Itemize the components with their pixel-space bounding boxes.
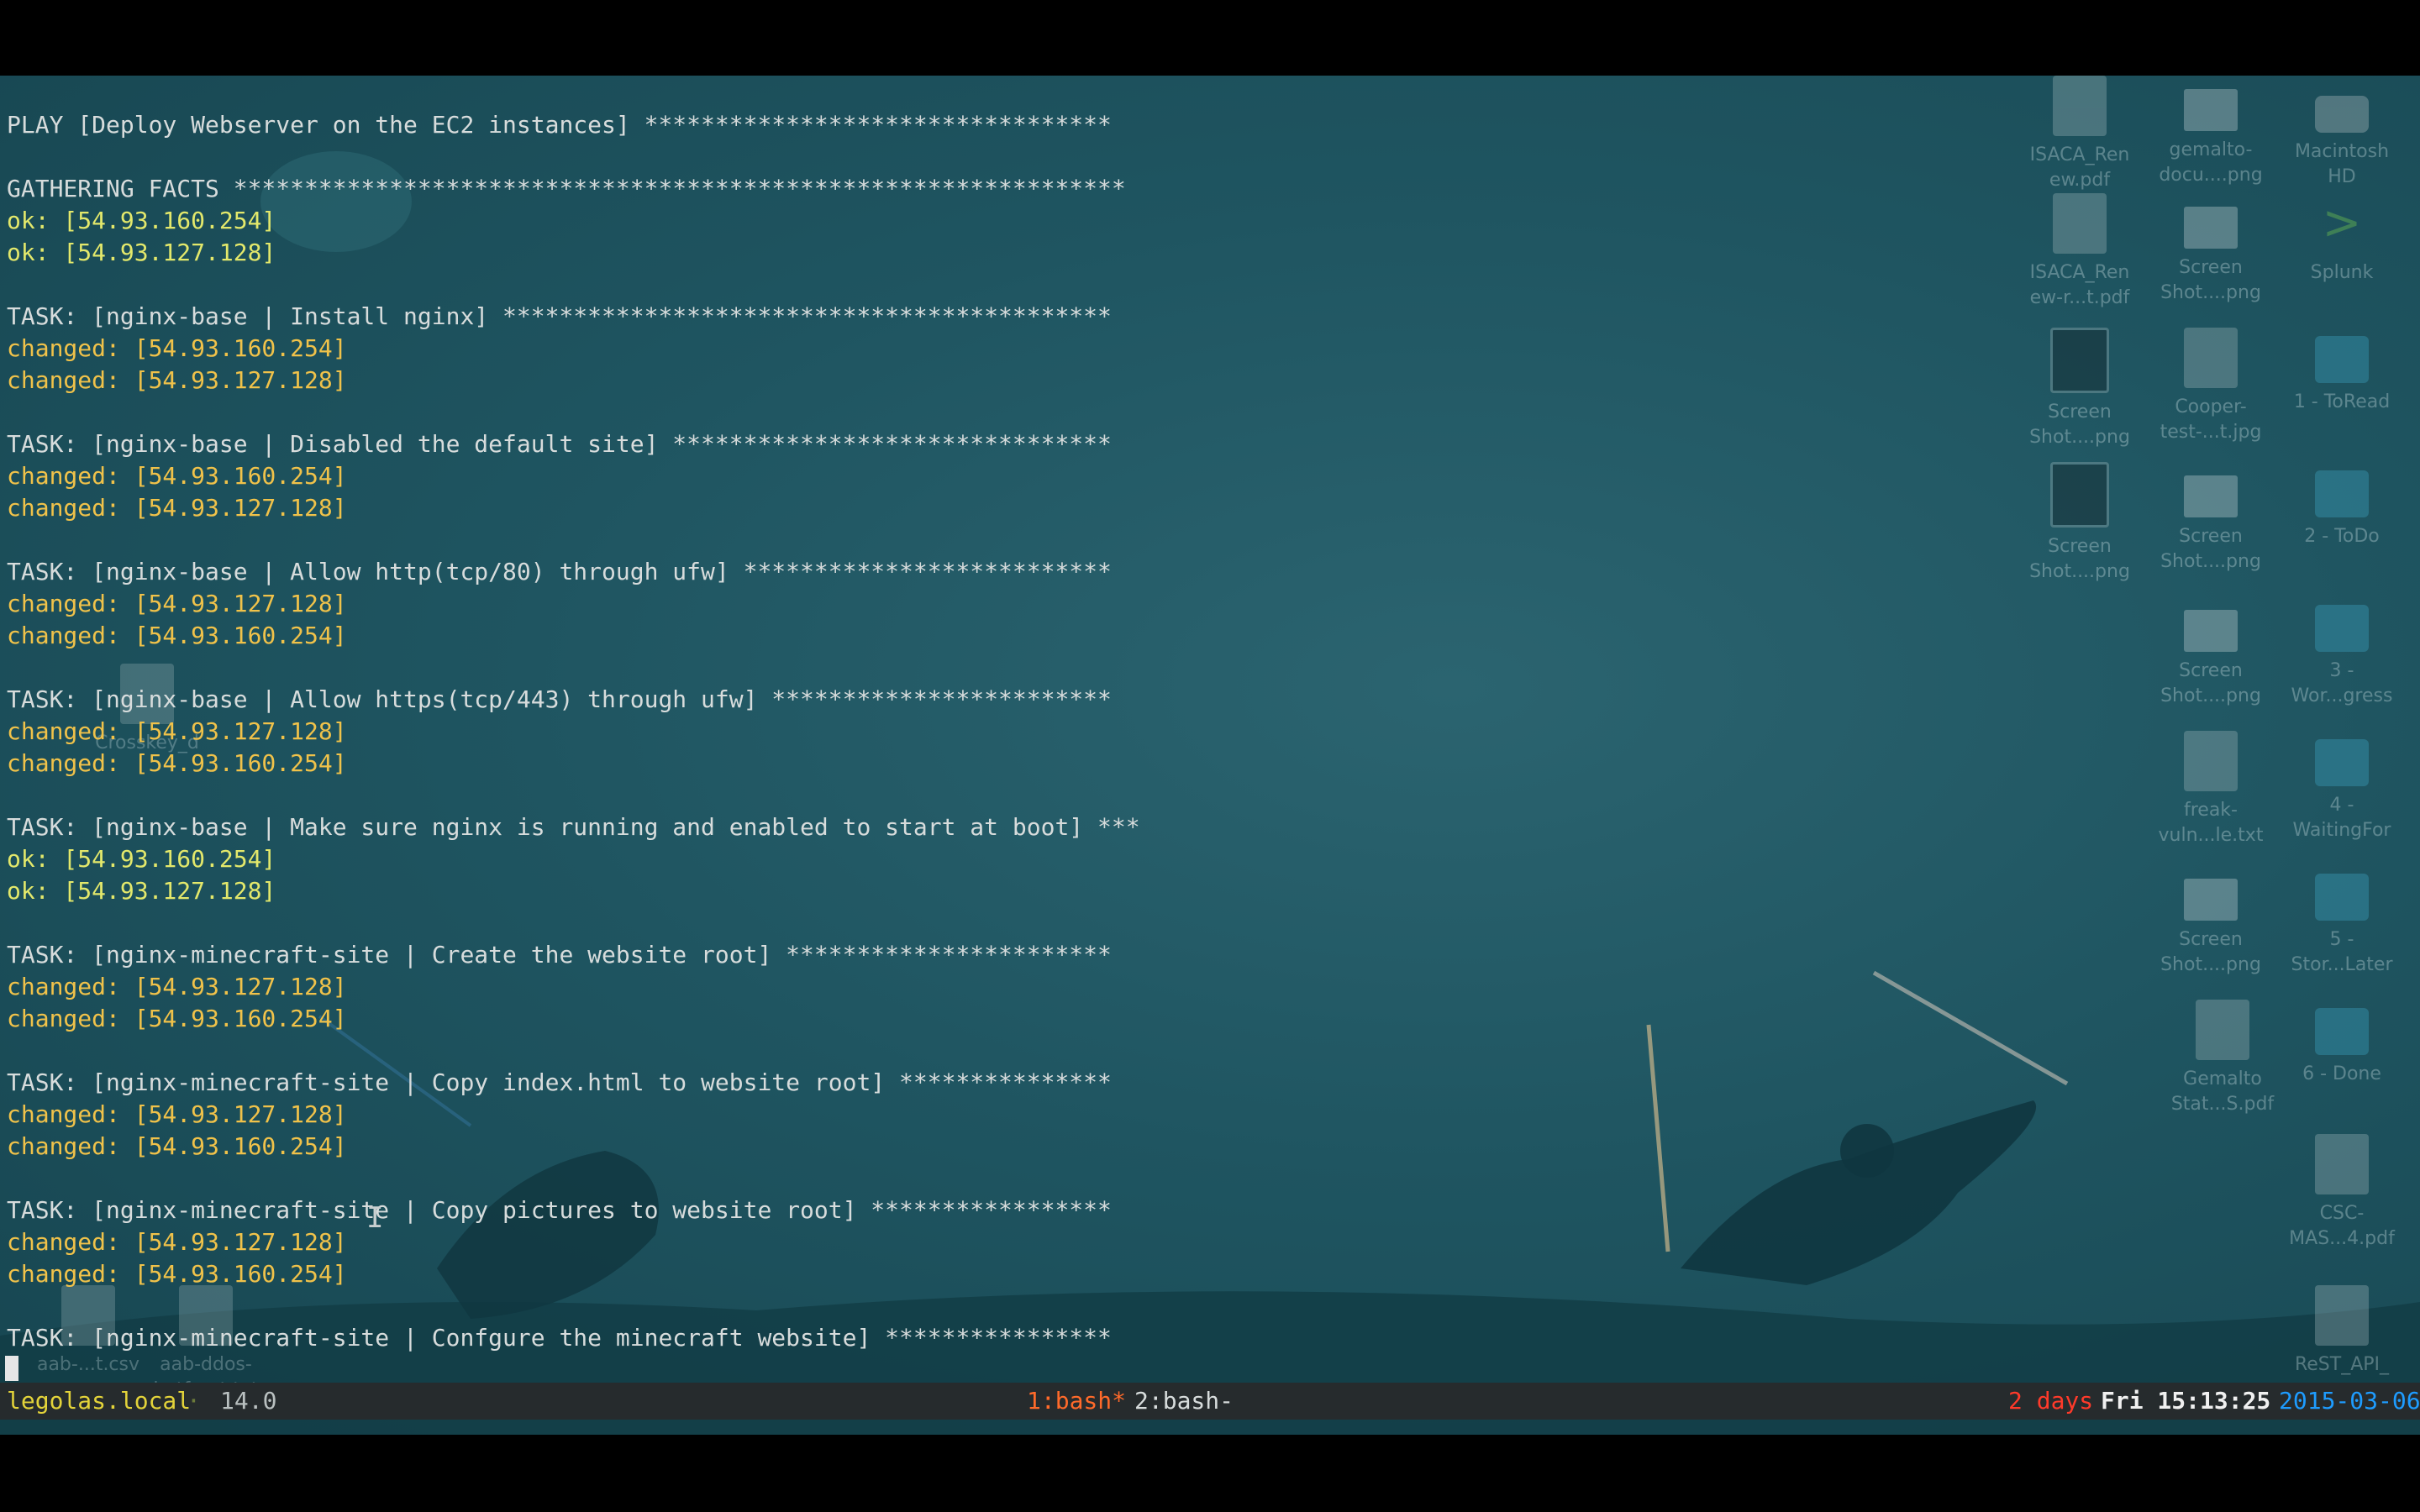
tmux-window-1[interactable]: 1:bash* (1027, 1383, 1126, 1420)
status-clock: Fri 15:13:25 (2101, 1387, 2271, 1415)
terminal-line-gathering: GATHERING FACTS ************************… (7, 175, 1126, 202)
tmux-status-bar: legolas.local · 14.0 1:bash* 2:bash- 2 d… (0, 1383, 2420, 1420)
terminal-line-ok: ok: [54.93.160.254] (7, 845, 276, 873)
status-separator: · (187, 1387, 201, 1415)
terminal-line-changed: changed: [54.93.160.254] (7, 749, 347, 777)
terminal-line-task: TASK: [nginx-base | Allow https(tcp/443)… (7, 685, 1112, 713)
terminal-line-play: PLAY [Deploy Webserver on the EC2 instan… (7, 111, 1112, 139)
terminal-line-task: TASK: [nginx-base | Install nginx] *****… (7, 302, 1112, 330)
desktop-screen: ISACA_Ren ew.pdf gemalto- docu....png Ma… (0, 76, 2420, 1435)
terminal-line-ok: ok: [54.93.127.128] (7, 877, 276, 905)
terminal-line-task: TASK: [nginx-minecraft-site | Confgure t… (7, 1324, 1112, 1352)
tmux-window-2[interactable]: 2:bash- (1134, 1383, 1234, 1420)
terminal-line-task: TASK: [nginx-minecraft-site | Create the… (7, 941, 1112, 969)
terminal-line-changed: changed: [54.93.127.128] (7, 590, 347, 617)
text-cursor-icon: I (366, 1201, 384, 1235)
terminal-line-changed: changed: [54.93.127.128] (7, 717, 347, 745)
terminal-output[interactable]: PLAY [Deploy Webserver on the EC2 instan… (0, 76, 2420, 1386)
status-hostname: legolas.local (7, 1387, 192, 1415)
terminal-line-task: TASK: [nginx-minecraft-site | Copy index… (7, 1068, 1112, 1096)
terminal-line-changed: changed: [54.93.127.128] (7, 366, 347, 394)
terminal-line-changed: changed: [54.93.160.254] (7, 1260, 347, 1288)
terminal-line-changed: changed: [54.93.127.128] (7, 1100, 347, 1128)
terminal-line-changed: changed: [54.93.127.128] (7, 973, 347, 1000)
terminal-line-ok: ok: [54.93.160.254] (7, 207, 276, 234)
status-load-average: 14.0 (220, 1387, 277, 1415)
terminal-line-task: TASK: [nginx-base | Allow http(tcp/80) t… (7, 558, 1112, 585)
terminal-line-changed: changed: [54.93.160.254] (7, 622, 347, 649)
status-uptime: 2 days (2008, 1387, 2094, 1415)
terminal-line-changed: changed: [54.93.160.254] (7, 1132, 347, 1160)
terminal-line-changed: changed: [54.93.127.128] (7, 1228, 347, 1256)
terminal-line-changed: changed: [54.93.160.254] (7, 462, 347, 490)
status-date: 2015-03-06 (2279, 1387, 2420, 1415)
terminal-line-task: TASK: [nginx-minecraft-site | Copy pictu… (7, 1196, 1112, 1224)
terminal-line-ok: ok: [54.93.127.128] (7, 239, 276, 266)
terminal-line-changed: changed: [54.93.160.254] (7, 1005, 347, 1032)
terminal-line-changed: changed: [54.93.160.254] (7, 334, 347, 362)
terminal-cursor (5, 1356, 18, 1381)
terminal-line-task: TASK: [nginx-base | Disabled the default… (7, 430, 1112, 458)
terminal-line-task: TASK: [nginx-base | Make sure nginx is r… (7, 813, 1140, 841)
terminal-line-changed: changed: [54.93.127.128] (7, 494, 347, 522)
